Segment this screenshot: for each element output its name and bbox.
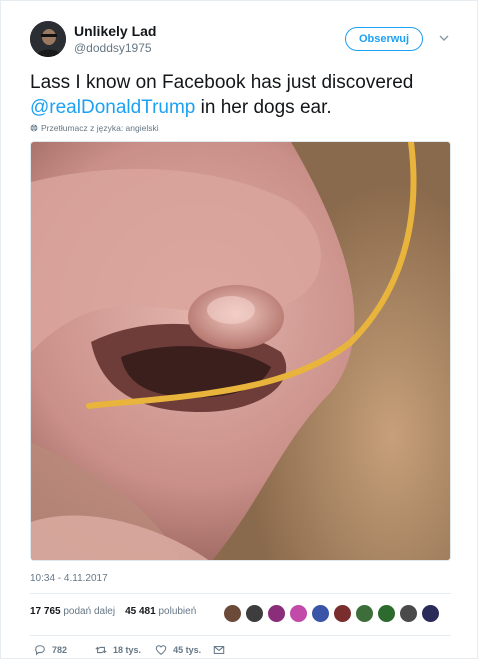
translate-label: Przetłumacz z języka: angielski [41,123,159,133]
liker-avatar[interactable] [355,604,374,623]
tweet-stats: 17 765 podań dalej 45 481 polubień [30,606,196,617]
translate-link[interactable]: Przetłumacz z języka: angielski [30,123,159,133]
globe-icon [30,124,38,132]
like-button[interactable]: 45 tys. [155,644,201,656]
tweet-photo[interactable] [30,141,451,561]
retweets-label: podań dalej [63,606,116,617]
likes-label: polubień [158,606,197,617]
like-count: 45 tys. [173,645,202,655]
divider [30,635,451,636]
reply-icon [35,645,45,656]
heart-icon [155,645,167,655]
retweet-icon [95,646,107,654]
envelope-icon [213,646,225,654]
liker-avatar[interactable] [333,604,352,623]
follow-button[interactable]: Obserwuj [345,27,423,51]
direct-message-button[interactable] [213,644,225,656]
tweet-card: Unlikely Lad @doddsy1975 Obserwuj Lass I… [0,0,478,659]
liker-avatar[interactable] [421,604,440,623]
liker-avatar[interactable] [223,604,242,623]
reply-count: 782 [52,645,68,655]
tweet-actions: 782 18 tys. 45 tys. [34,644,225,656]
retweet-count: 18 tys. [113,645,142,655]
chevron-down-icon[interactable] [437,31,451,45]
liker-avatar[interactable] [377,604,396,623]
avatar-image [30,21,66,57]
retweets-count: 17 765 [30,606,61,617]
mention-link[interactable]: @realDonaldTrump [30,97,195,118]
tweet-timestamp[interactable]: 10:34 - 4.11.2017 [30,573,108,584]
retweet-button[interactable]: 18 tys. [95,644,141,656]
user-display-name[interactable]: Unlikely Lad [74,23,156,39]
dog-ear-photo [31,142,450,560]
reply-button[interactable]: 782 [34,644,67,656]
liker-avatar[interactable] [267,604,286,623]
liker-avatar[interactable] [289,604,308,623]
likes-stat[interactable]: 45 481 polubień [125,606,196,617]
divider [30,593,451,594]
liker-avatar[interactable] [311,604,330,623]
liker-avatar[interactable] [245,604,264,623]
user-avatar[interactable] [30,21,66,57]
liker-avatars [223,604,440,623]
liker-avatar[interactable] [399,604,418,623]
retweets-stat[interactable]: 17 765 podań dalej [30,606,115,617]
user-handle[interactable]: @doddsy1975 [74,41,152,55]
likes-count: 45 481 [125,606,156,617]
tweet-text: Lass I know on Facebook has just discove… [30,70,460,120]
tweet-text-part: Lass I know on Facebook has just discove… [30,72,414,93]
tweet-text-part: in her dogs ear. [195,97,332,118]
